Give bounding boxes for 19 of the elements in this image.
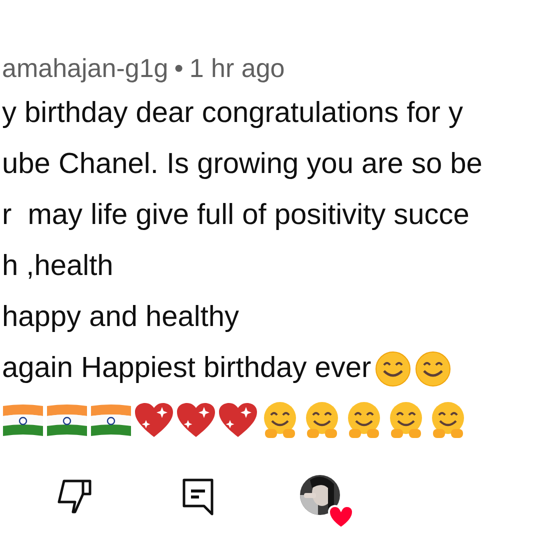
author-name[interactable]: amahajan-g1g: [2, 52, 168, 84]
comment-text: again Happiest birthday ever: [2, 352, 372, 385]
comment-text: y birthday dear congratulations for y: [2, 97, 464, 130]
comment-text: r may life give full of positivity succe: [2, 199, 470, 232]
comment-text: happy and healthy: [2, 301, 240, 334]
smiling-face-icon: [375, 350, 412, 386]
smiling-face-icon: [415, 350, 452, 386]
sparkling-heart-icon: [218, 402, 258, 438]
thumbs-down-icon: [56, 478, 92, 516]
comment-time: 1 hr ago: [189, 52, 285, 84]
flag-icon: [90, 403, 132, 437]
comment-icon: [182, 478, 214, 516]
flag-icon: [2, 403, 44, 437]
comment-text: ube Chanel. Is growing you are so be: [2, 148, 482, 181]
separator-dot: •: [174, 52, 184, 84]
sparkling-heart-icon: [134, 402, 174, 438]
comment-text: h ,health: [2, 250, 114, 283]
sparkling-heart-icon: [176, 402, 216, 438]
flag-icon: [46, 403, 88, 437]
